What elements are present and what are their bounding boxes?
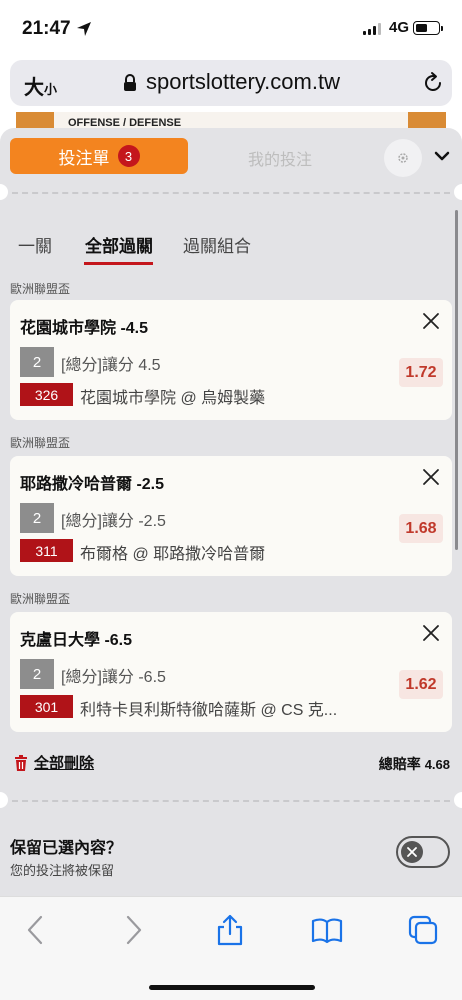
text-size-small: 小 [44, 82, 58, 97]
total-odds: 總賠率 4.68 [379, 754, 450, 774]
match-text: 布爾格 @ 耶路撒冷哈普爾 [80, 546, 266, 563]
battery-icon [413, 21, 440, 35]
ticket-notch-left [0, 792, 8, 808]
location-arrow-icon [77, 22, 91, 36]
odds-value: 1.68 [399, 514, 443, 543]
bet-slip-panel: 投注單 3 我的投注 一關 全部過關 過關組合 歐洲聯盟盃 花園城市學院 -4.… [0, 128, 462, 896]
tab-betslip[interactable]: 投注單 3 [10, 138, 188, 174]
mode-tabs: 一關 全部過關 過關組合 [0, 232, 462, 268]
battery-cap [441, 26, 443, 31]
settings-button[interactable] [384, 139, 422, 177]
gear-icon [398, 153, 408, 163]
market-text: [總分]讓分 -6.5 [61, 669, 166, 686]
bookmarks-icon[interactable] [310, 913, 344, 947]
lock-icon [124, 74, 136, 91]
period-type-badge: 2 [20, 347, 54, 377]
total-odds-value: 4.68 [424, 757, 450, 772]
ticket-notch-right [454, 792, 462, 808]
betslip-count-badge: 3 [117, 145, 140, 167]
home-indicator[interactable] [149, 985, 315, 990]
odds-value: 1.62 [399, 670, 443, 699]
bet-slip-header: 投注單 3 我的投注 [0, 128, 462, 190]
game-code-badge: 301 [20, 695, 73, 718]
mode-tab-single[interactable]: 一關 [18, 232, 52, 257]
retain-subtitle: 您的投注將被保留 [10, 863, 115, 878]
match-text: 利特卡貝利斯特徹哈薩斯 @ CS 克... [80, 702, 338, 719]
market-text: [總分]讓分 -2.5 [61, 513, 166, 530]
share-icon[interactable] [213, 913, 247, 947]
league-label: 歐洲聯盟盃 [10, 592, 71, 606]
close-icon[interactable] [422, 312, 440, 330]
divider [12, 192, 450, 194]
period-type-badge: 2 [20, 659, 54, 689]
bet-card: 耶路撒冷哈普爾 -2.5 2 [總分]讓分 -2.5 311 布爾格 @ 耶路撒… [10, 456, 452, 576]
reload-icon[interactable] [421, 71, 445, 95]
bet-card: 克盧日大學 -6.5 2 [總分]讓分 -6.5 301 利特卡貝利斯特徹哈薩斯… [10, 612, 452, 732]
tab-my-bets[interactable]: 我的投注 [200, 146, 360, 170]
clock: 21:47 [22, 18, 71, 39]
league-label: 歐洲聯盟盃 [10, 436, 71, 450]
text-size-large: 大 [24, 77, 44, 99]
mode-tab-all-parlay[interactable]: 全部過關 [85, 232, 153, 257]
league-label: 歐洲聯盟盃 [10, 282, 71, 296]
game-code-badge: 326 [20, 383, 73, 406]
delete-all-button[interactable]: 全部刪除 [14, 752, 94, 773]
slip-footer: 全部刪除 總賠率 4.68 [0, 750, 462, 780]
mode-tab-parlay-combo[interactable]: 過關組合 [183, 232, 251, 257]
selection-title: 花園城市學院 -4.5 [20, 320, 149, 337]
text-size-button[interactable]: 大小 [24, 71, 57, 100]
chevron-down-icon[interactable] [434, 150, 450, 162]
selection-title: 耶路撒冷哈普爾 -2.5 [20, 476, 165, 493]
retain-title: 保留已選內容？ [10, 840, 123, 857]
x-icon [407, 847, 417, 857]
period-type-badge: 2 [20, 503, 54, 533]
retain-toggle[interactable] [396, 836, 450, 868]
bet-card: 花園城市學院 -4.5 2 [總分]讓分 4.5 326 花園城市學院 @ 烏姆… [10, 300, 452, 420]
divider [12, 800, 450, 802]
close-icon[interactable] [422, 624, 440, 642]
cellular-signal-icon [363, 23, 381, 35]
trash-icon [15, 754, 27, 771]
game-code-badge: 311 [20, 539, 73, 562]
forward-icon[interactable] [115, 913, 149, 947]
match-text: 花園城市學院 @ 烏姆製藥 [80, 390, 266, 407]
ticket-notch-right [454, 184, 462, 200]
toggle-knob [401, 841, 423, 863]
tab-betslip-label: 投注單 [58, 148, 110, 168]
retain-selection-row: 保留已選內容？ 您的投注將被保留 [0, 828, 462, 896]
status-bar: 21:47 4G [0, 0, 462, 56]
market-text: [總分]讓分 4.5 [61, 357, 161, 374]
total-odds-label: 總賠率 [378, 756, 421, 772]
network-type: 4G [389, 19, 410, 36]
close-icon[interactable] [422, 468, 440, 486]
url-text[interactable]: sportslottery.com.tw [146, 69, 340, 95]
odds-value: 1.72 [399, 358, 443, 387]
selection-title: 克盧日大學 -6.5 [20, 632, 133, 649]
address-bar[interactable]: 大小 sportslottery.com.tw [10, 60, 452, 106]
delete-all-label: 全部刪除 [34, 755, 95, 772]
tabs-icon[interactable] [406, 913, 440, 947]
back-icon[interactable] [20, 913, 54, 947]
active-tab-underline [84, 262, 153, 265]
